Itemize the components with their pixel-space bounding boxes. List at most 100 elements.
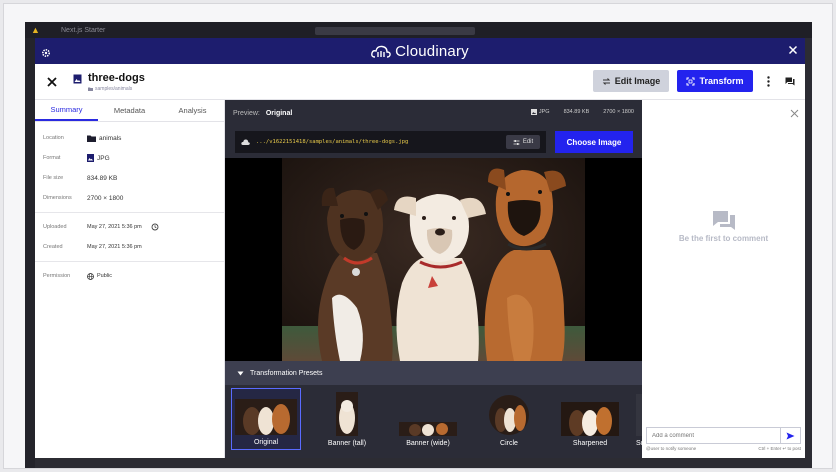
image-file-icon <box>73 74 82 83</box>
send-comment-button[interactable] <box>781 427 801 444</box>
comment-hints: @user to notify someone Ctrl + Enter ↵ t… <box>646 446 801 452</box>
file-size-label: File size <box>43 175 64 181</box>
permission-row: Permission Public <box>35 266 224 286</box>
tab-summary[interactable]: Summary <box>35 100 98 121</box>
file-path-text: samples/animals <box>95 85 133 92</box>
location-label: Location <box>43 135 64 141</box>
edit-image-button[interactable]: Edit Image <box>593 70 669 92</box>
file-size-value: 834.89 KB <box>87 174 118 182</box>
preview-format: JPG <box>530 109 550 115</box>
folder-icon <box>88 87 93 91</box>
comment-input[interactable] <box>646 427 781 444</box>
comments-empty-text: Be the first to comment <box>678 234 769 243</box>
preset-banner-tall[interactable]: Banner (tall) <box>312 388 382 450</box>
preset-label: Banner (tall) <box>327 440 367 447</box>
preset-circle[interactable]: Circle <box>474 388 544 450</box>
presets-title: Transformation Presets <box>250 369 323 377</box>
file-size-row: File size 834.89 KB <box>35 168 224 188</box>
delivery-url-bar[interactable]: .../v1622151418/samples/animals/three-do… <box>235 131 546 153</box>
preview-format-text: JPG <box>538 109 550 115</box>
brindle-dog <box>318 187 393 361</box>
file-path: samples/animals <box>88 86 145 92</box>
presets-strip: Original Banner (tall) Banner (wide) Cir… <box>225 385 642 458</box>
comment-composer <box>646 427 801 444</box>
post-hint: Ctrl + Enter ↵ to post <box>758 446 801 451</box>
more-options-icon[interactable] <box>761 70 775 92</box>
created-row: Created May 27, 2021 5:36 pm <box>35 237 224 257</box>
cloudinary-brand-text: Cloudinary <box>395 42 469 60</box>
preset-label: Circle <box>500 440 518 447</box>
preset-thumbnail <box>399 422 457 436</box>
dimensions-row: Dimensions 2700 × 1800 <box>35 188 224 208</box>
history-icon[interactable] <box>151 223 159 231</box>
edit-image-label: Edit Image <box>614 76 661 86</box>
folder-icon <box>87 135 96 142</box>
preview-size: 834.89 KB <box>563 109 590 115</box>
delivery-url-text[interactable]: .../v1622151418/samples/animals/three-do… <box>256 139 500 145</box>
preview-name: Original <box>265 109 293 117</box>
file-name: three-dogs <box>88 71 145 84</box>
uploaded-value-text: May 27, 2021 5:36 pm <box>87 224 142 230</box>
dimensions-label: Dimensions <box>43 195 72 201</box>
preset-sharpened[interactable]: Sharpened <box>555 388 625 450</box>
preview-panel: Preview: Original JPG 834.89 KB 2700 × 1… <box>225 100 642 458</box>
choose-image-button[interactable]: Choose Image <box>555 131 633 153</box>
preset-label: Sharpened <box>572 440 608 447</box>
tab-metadata[interactable]: Metadata <box>98 100 161 121</box>
url-edit-button[interactable]: Edit <box>506 135 540 149</box>
preset-original[interactable]: Original <box>231 388 301 450</box>
location-value[interactable]: animals <box>87 135 121 142</box>
caret-down-icon <box>237 371 244 375</box>
transform-button[interactable]: Transform <box>677 70 753 92</box>
background-app-title: Next.js Starter <box>61 26 106 34</box>
vercel-logo-icon: ▲ <box>31 25 40 35</box>
preset-banner-wide[interactable]: Banner (wide) <box>393 388 463 450</box>
asset-header: three-dogs samples/animals Edit Image Tr… <box>35 64 805 100</box>
image-file-icon <box>87 154 94 162</box>
location-value-text: animals <box>99 134 122 142</box>
globe-icon <box>87 272 94 280</box>
transformation-presets-toggle[interactable]: Transformation Presets <box>225 361 642 385</box>
permission-label: Permission <box>43 273 71 279</box>
preset-thumbnail <box>561 402 619 436</box>
format-label: Format <box>43 155 61 161</box>
close-asset-button[interactable] <box>39 69 65 95</box>
format-value-text: JPG <box>97 154 110 162</box>
created-value: May 27, 2021 5:36 pm <box>87 244 142 250</box>
file-identity: three-dogs samples/animals <box>73 72 145 92</box>
tab-analysis[interactable]: Analysis <box>161 100 224 121</box>
permission-value: Public <box>87 272 112 280</box>
comments-panel: Be the first to comment @user to notify … <box>642 100 805 458</box>
created-label: Created <box>43 244 63 250</box>
preview-image-area <box>225 158 642 361</box>
background-sidebar <box>25 38 35 468</box>
details-tabs: Summary Metadata Analysis <box>35 100 224 122</box>
transform-icon <box>686 77 695 85</box>
cloudinary-topbar: Cloudinary <box>35 38 805 64</box>
close-modal-icon[interactable] <box>787 43 799 61</box>
location-row: Location animals <box>35 128 224 148</box>
permission-value-text: Public <box>97 273 112 279</box>
preset-thumbnail <box>336 392 358 436</box>
sliders-icon <box>513 139 520 145</box>
asset-details-panel: Summary Metadata Analysis Location anima… <box>35 100 225 458</box>
three-dogs-photo <box>282 158 585 361</box>
format-row: Format JPG <box>35 148 224 168</box>
comments-empty-icon <box>712 210 736 237</box>
settings-gear-icon[interactable] <box>41 45 51 63</box>
close-icon <box>47 76 57 87</box>
header-actions: Edit Image Transform <box>593 70 797 92</box>
preview-meta: JPG 834.89 KB 2700 × 1800 <box>530 109 634 115</box>
preset-label: Banner (wide) <box>406 440 450 447</box>
cloud-icon <box>241 139 250 145</box>
comments-toggle-icon[interactable] <box>783 70 797 92</box>
preview-dimensions: 2700 × 1800 <box>603 109 634 115</box>
transform-label: Transform <box>699 76 744 86</box>
dimensions-value: 2700 × 1800 <box>87 194 124 202</box>
close-comments-icon[interactable] <box>790 105 799 123</box>
preset-thumbnail <box>489 395 529 435</box>
send-icon <box>786 432 795 439</box>
uploaded-label: Uploaded <box>43 224 67 230</box>
divider <box>35 212 224 213</box>
preset-label: Original <box>253 439 279 446</box>
